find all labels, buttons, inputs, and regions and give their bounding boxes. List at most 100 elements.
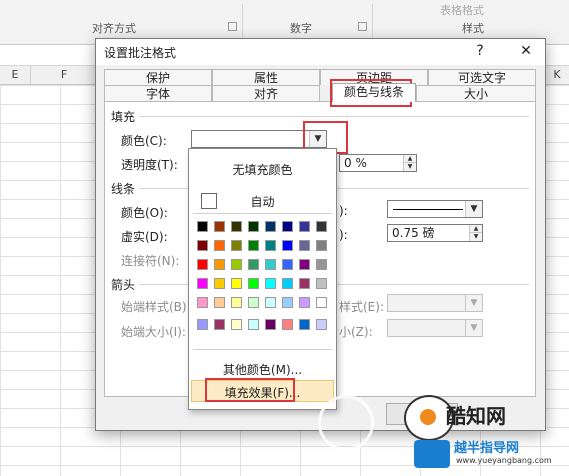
color-swatch[interactable] [299,319,310,330]
fill-color-label: 颜色(C): [121,134,167,148]
color-swatch[interactable] [299,259,310,270]
color-swatch[interactable] [282,278,293,289]
tab-size[interactable]: 大小 [416,85,536,101]
number-launcher-icon[interactable] [358,22,367,31]
number-group-label: 数字 [290,22,312,35]
line-style-combo[interactable]: ▼ [387,200,483,218]
no-fill-option[interactable]: 无填充颜色 [189,161,336,178]
line-weight-value: 0.75 磅 [392,226,435,240]
tab-properties[interactable]: 属性 [212,69,320,85]
color-swatch[interactable] [265,259,276,270]
transparency-value: 0 % [344,156,367,170]
ribbon-separator [372,4,373,38]
tab-protection[interactable]: 保护 [104,69,212,85]
color-swatch[interactable] [316,297,327,308]
table-format-label[interactable]: 表格格式 [440,2,484,18]
color-swatch[interactable] [265,221,276,232]
color-swatch[interactable] [248,240,259,251]
chevron-down-icon[interactable]: ▼ [465,320,482,336]
transparency-spinner[interactable]: 0 % ▲ ▼ [339,154,417,172]
line-color-label: 颜色(O): [121,206,168,220]
color-swatch[interactable] [248,221,259,232]
connector-label: 连接符(N): [121,254,180,268]
color-swatch[interactable] [214,240,225,251]
color-swatch[interactable] [299,278,310,289]
alignment-group-label: 对齐方式 [92,22,136,35]
end-style-label: 样式(E): [339,300,384,314]
color-swatch[interactable] [265,278,276,289]
color-swatch[interactable] [248,297,259,308]
divider [193,213,332,214]
chevron-down-icon[interactable]: ▼ [465,201,482,217]
site-badge-icon [414,440,450,468]
color-swatch[interactable] [231,319,242,330]
arrows-section-title: 箭头 [111,278,136,292]
watermark-circle [318,395,374,451]
color-swatch[interactable] [197,278,208,289]
color-swatch[interactable] [265,297,276,308]
spin-down-icon[interactable]: ▼ [469,232,482,241]
line-sample [393,209,463,210]
color-swatch[interactable] [248,319,259,330]
spin-down-icon[interactable]: ▼ [403,162,416,171]
color-swatch[interactable] [282,240,293,251]
watermark-brand: 酷知网 [446,404,506,428]
color-swatch[interactable] [265,319,276,330]
color-swatch[interactable] [197,221,208,232]
tab-font[interactable]: 字体 [104,85,212,101]
color-swatch[interactable] [248,278,259,289]
color-swatch[interactable] [214,297,225,308]
column-header-e[interactable]: E [0,66,31,84]
help-button[interactable]: ? [468,41,492,61]
alignment-launcher-icon[interactable] [228,22,237,31]
color-swatch[interactable] [214,319,225,330]
color-swatch[interactable] [282,259,293,270]
watermark-site: 越半指导网 [454,441,520,456]
color-swatch[interactable] [214,259,225,270]
color-swatch[interactable] [197,240,208,251]
color-swatch[interactable] [316,278,327,289]
color-swatch[interactable] [299,221,310,232]
color-swatch[interactable] [316,259,327,270]
fill-section-title: 填充 [111,110,136,124]
line-weight-spinner[interactable]: 0.75 磅 ▲ ▼ [387,224,483,242]
divider [139,116,529,117]
end-size-label: 小(Z): [339,325,373,339]
divider [193,349,332,350]
color-swatch[interactable] [231,297,242,308]
color-swatch[interactable] [214,278,225,289]
color-swatch[interactable] [316,240,327,251]
close-button[interactable]: ✕ [514,41,538,61]
more-colors-option[interactable]: 其他颜色(M)... [189,361,336,378]
tab-alignment[interactable]: 对齐 [212,85,320,101]
transparency-label: 透明度(T): [121,158,178,172]
end-style-combo[interactable]: ▼ [387,294,483,312]
color-swatch[interactable] [265,240,276,251]
line-style-label: ): [339,204,348,218]
color-swatch[interactable] [316,319,327,330]
color-swatch[interactable] [248,259,259,270]
end-size-combo[interactable]: ▼ [387,319,483,337]
color-swatch[interactable] [282,221,293,232]
chevron-down-icon[interactable]: ▼ [465,295,482,311]
dialog-titlebar[interactable]: 设置批注格式 ? ✕ [96,39,545,65]
color-swatch[interactable] [299,240,310,251]
color-swatch[interactable] [316,221,327,232]
ribbon-separator [242,4,243,38]
tab-alt-text[interactable]: 可选文字 [428,69,536,85]
automatic-option[interactable]: 自动 [189,193,336,210]
color-swatch[interactable] [214,221,225,232]
tab-colors-and-lines[interactable]: 颜色与线条 [332,83,416,102]
color-swatch[interactable] [282,319,293,330]
column-header-k[interactable]: K [545,66,569,84]
color-swatch[interactable] [197,259,208,270]
color-swatch[interactable] [299,297,310,308]
color-swatch[interactable] [197,319,208,330]
color-swatch[interactable] [282,297,293,308]
color-swatch[interactable] [231,221,242,232]
color-swatch[interactable] [231,278,242,289]
color-swatch[interactable] [231,259,242,270]
color-swatch[interactable] [197,297,208,308]
column-header-f[interactable]: F [31,66,98,84]
color-swatch[interactable] [231,240,242,251]
